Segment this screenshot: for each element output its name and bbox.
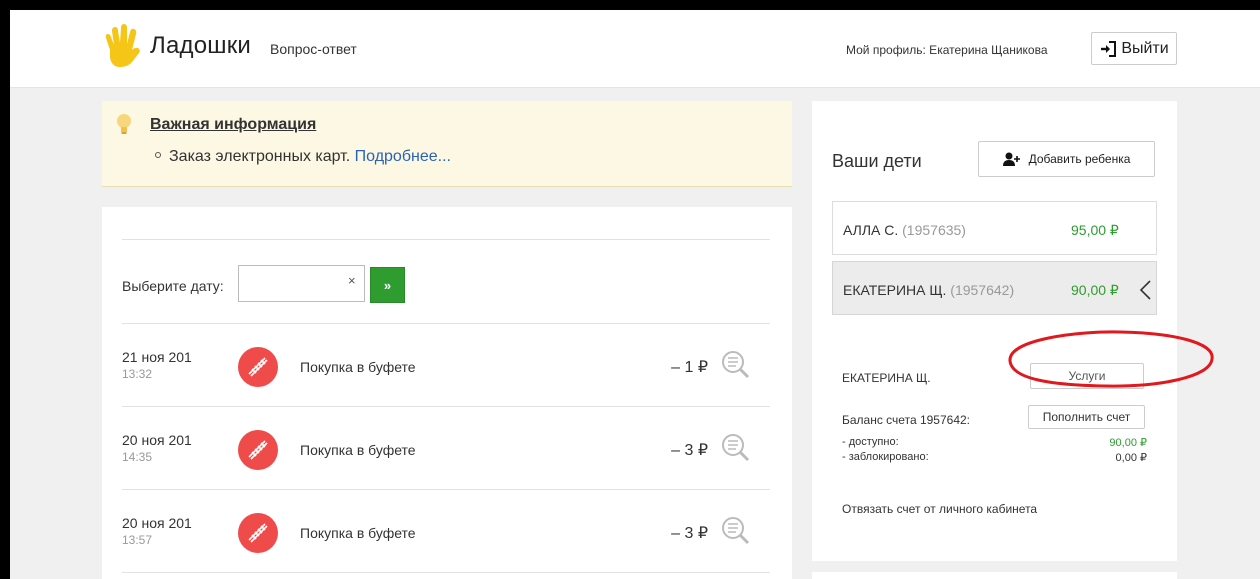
child-account: (1957642) <box>950 282 1015 298</box>
magnifier-receipt-icon[interactable] <box>720 515 750 545</box>
child-name: Екатерина Щ. (1957642) <box>843 282 1014 298</box>
available-value: 90,00 ₽ <box>1109 437 1147 449</box>
transaction-row[interactable]: 20 ноя 201 13:57 Покупка в буфете – 3 ₽ <box>102 490 792 572</box>
transaction-row[interactable]: 21 ноя 201 13:32 Покупка в буфете – 1 ₽ <box>102 324 792 406</box>
transaction-date: 20 ноя 201 <box>122 515 192 531</box>
child-account: (1957635) <box>902 222 966 238</box>
notice-item-text: Заказ электронных карт. <box>169 148 351 165</box>
child-card-active[interactable]: Екатерина Щ. (1957642) 90,00 ₽ <box>832 261 1157 315</box>
child-name-text: Екатерина Щ. <box>843 282 947 298</box>
transaction-description: Покупка в буфете <box>300 359 416 375</box>
child-name-text: Алла С. <box>843 222 899 238</box>
children-title: Ваши дети <box>832 151 922 171</box>
top-up-button[interactable]: Пополнить счет <box>1028 405 1145 429</box>
transaction-description: Покупка в буфете <box>300 525 416 541</box>
date-apply-button[interactable]: » <box>370 267 405 303</box>
date-filter-label: Выберите дату: <box>122 278 224 294</box>
sidebar-next-panel <box>812 572 1177 579</box>
add-child-button[interactable]: Добавить ребенка <box>978 141 1155 177</box>
child-balance: 95,00 ₽ <box>1071 222 1119 238</box>
transaction-amount: – 3 ₽ <box>671 442 708 459</box>
account-balance-label: Баланс счета 1957642: <box>842 413 970 427</box>
divider <box>122 239 770 240</box>
logo-text[interactable]: Ладошки <box>150 32 251 60</box>
blocked-label: - заблокировано: <box>842 451 929 463</box>
available-row: - доступно: 90,00 ₽ <box>842 436 1147 449</box>
notice-title[interactable]: Важная информация <box>150 116 316 134</box>
divider <box>122 572 770 573</box>
transaction-time: 14:35 <box>122 450 153 464</box>
date-input[interactable] <box>238 265 365 302</box>
notice-more-link[interactable]: Подробнее... <box>355 148 451 165</box>
logout-label: Выйти <box>1121 39 1169 57</box>
child-name: Алла С. (1957635) <box>843 222 966 238</box>
chevron-left-icon <box>1139 280 1151 300</box>
lightbulb-icon <box>117 114 131 134</box>
magnifier-receipt-icon[interactable] <box>720 432 750 462</box>
cafeteria-purchase-icon <box>238 513 278 553</box>
cafeteria-purchase-icon <box>238 430 278 470</box>
annotation-ellipse <box>1008 330 1214 388</box>
transaction-time: 13:32 <box>122 367 153 381</box>
sign-out-icon <box>1101 40 1117 57</box>
magnifier-receipt-icon[interactable] <box>720 349 750 379</box>
nav-faq-link[interactable]: Вопрос-ответ <box>270 41 357 57</box>
important-notice: Важная информация Заказ электронных карт… <box>102 101 792 187</box>
child-card[interactable]: Алла С. (1957635) 95,00 ₽ <box>832 201 1157 255</box>
transaction-date: 20 ноя 201 <box>122 432 192 448</box>
add-child-label: Добавить ребенка <box>1028 152 1131 166</box>
child-balance: 90,00 ₽ <box>1071 282 1119 298</box>
blocked-value: 0,00 ₽ <box>1115 452 1147 464</box>
logout-button[interactable]: Выйти <box>1091 32 1177 65</box>
add-user-icon <box>1002 152 1020 166</box>
transaction-time: 13:57 <box>122 533 153 547</box>
date-clear-button[interactable]: × <box>348 273 356 288</box>
transaction-amount: – 3 ₽ <box>671 525 708 542</box>
unlink-account-link[interactable]: Отвязать счет от личного кабинета <box>842 502 1037 516</box>
transaction-description: Покупка в буфете <box>300 442 416 458</box>
app-window: Ладошки Вопрос-ответ Мой профиль: Екатер… <box>10 10 1260 579</box>
notice-item: Заказ электронных карт. Подробнее... <box>155 148 451 166</box>
top-header: Ладошки Вопрос-ответ Мой профиль: Екатер… <box>10 10 1260 88</box>
available-label: - доступно: <box>842 436 899 448</box>
transaction-amount: – 1 ₽ <box>671 359 708 376</box>
blocked-row: - заблокировано: 0,00 ₽ <box>842 451 1147 464</box>
transaction-date: 21 ноя 201 <box>122 349 192 365</box>
selected-child-name: ЕКАТЕРИНА Щ. <box>842 371 931 385</box>
bullet-icon <box>155 151 161 158</box>
waving-hand-icon[interactable] <box>102 24 142 68</box>
transaction-row[interactable]: 20 ноя 201 14:35 Покупка в буфете – 3 ₽ <box>102 407 792 489</box>
profile-label[interactable]: Мой профиль: Екатерина Щаникова <box>846 43 1048 57</box>
cafeteria-purchase-icon <box>238 347 278 387</box>
transactions-panel: Выберите дату: × » 21 ноя 201 13:32 Поку… <box>102 207 792 579</box>
